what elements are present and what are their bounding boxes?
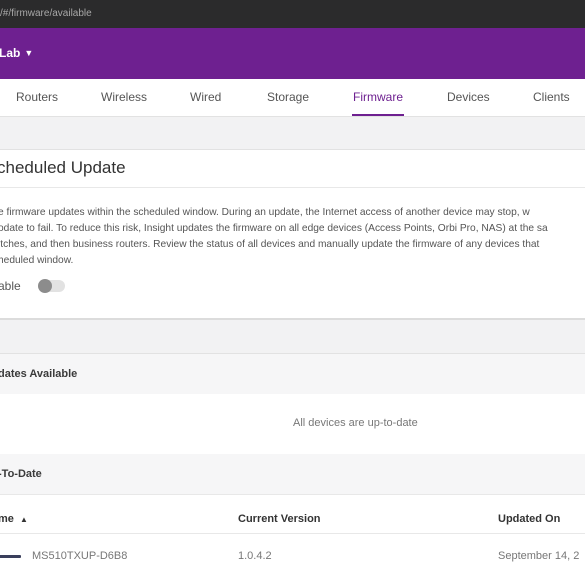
org-name: Lab (0, 46, 21, 60)
tab-routers[interactable]: Routers (16, 90, 58, 104)
caret-down-icon: ▼ (24, 48, 34, 58)
enable-label: able (0, 279, 21, 293)
up-to-date-table: me ▲ Current Version Updated On MS510TXU… (0, 495, 585, 585)
tab-clients[interactable]: Clients (533, 90, 570, 104)
card-header: cheduled Update (0, 150, 585, 188)
description-line: heduled window. (0, 255, 74, 266)
tab-storage[interactable]: Storage (267, 90, 309, 104)
column-header-current-version[interactable]: Current Version (238, 513, 321, 525)
header-divider (0, 533, 585, 534)
description-line: itches, and then business routers. Revie… (0, 239, 540, 250)
column-header-updated-on[interactable]: Updated On (498, 513, 560, 525)
up-to-date-header: -To-Date (0, 454, 585, 495)
brand-header: Lab ▼ (0, 28, 585, 79)
empty-state: All devices are up-to-date (0, 394, 585, 454)
org-selector[interactable]: Lab ▼ (0, 46, 33, 60)
column-name-label: me (0, 513, 14, 525)
device-name[interactable]: MS510TXUP-D6B8 (32, 550, 127, 562)
updates-available-header: dates Available (0, 353, 585, 395)
description: e firmware updates within the scheduled … (0, 205, 585, 269)
empty-message: All devices are up-to-date (293, 417, 418, 429)
section-title: -To-Date (0, 468, 42, 480)
updated-on: September 14, 2 (498, 550, 580, 562)
tab-devices[interactable]: Devices (447, 90, 490, 104)
scheduled-update-card: cheduled Update e firmware updates withi… (0, 149, 585, 320)
current-version: 1.0.4.2 (238, 550, 272, 562)
tab-wireless[interactable]: Wireless (101, 90, 147, 104)
enable-toggle[interactable] (38, 279, 65, 293)
sort-ascending-icon: ▲ (19, 515, 28, 524)
tab-firmware[interactable]: Firmware (352, 90, 404, 116)
section-title: dates Available (0, 368, 78, 380)
switch-device-icon (0, 555, 21, 558)
column-header-name[interactable]: me ▲ (0, 513, 28, 525)
browser-url-bar[interactable]: /#/firmware/available (0, 0, 585, 28)
toggle-knob (38, 279, 52, 293)
description-line: odate to fail. To reduce this risk, Insi… (0, 223, 548, 234)
card-title: cheduled Update (0, 158, 126, 177)
description-line: e firmware updates within the scheduled … (0, 207, 530, 218)
tab-wired[interactable]: Wired (190, 90, 221, 104)
nav-tabs: Routers Wireless Wired Storage Firmware … (0, 79, 585, 117)
url-text: /#/firmware/available (0, 8, 92, 19)
